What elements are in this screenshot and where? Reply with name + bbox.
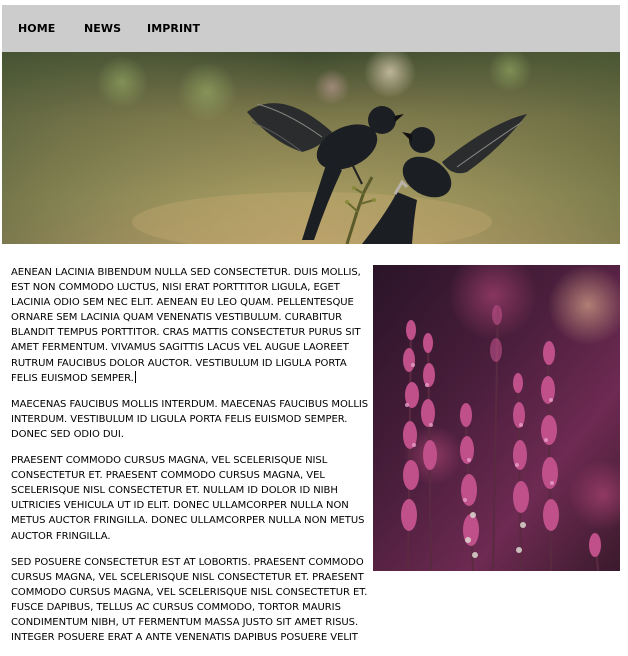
article-paragraph-4: Sed posuere consectetur est at lobortis.… [11, 556, 368, 644]
top-navigation-bar: HOME NEWS IMPRINT [2, 5, 620, 52]
side-image [373, 265, 620, 571]
article-paragraph-2: Maecenas faucibus mollis interdum. Maece… [11, 398, 369, 440]
paragraph-text: Aenean lacinia bibendum nulla sed consec… [11, 267, 361, 384]
article-paragraph-3: Praesent commodo cursus magna, vel scele… [11, 455, 365, 542]
text-cursor [134, 370, 136, 383]
hero-banner-image [2, 52, 620, 244]
nav-link-imprint[interactable]: IMPRINT [147, 22, 200, 35]
nav-link-home[interactable]: HOME [18, 22, 55, 35]
nav-link-news[interactable]: NEWS [84, 22, 121, 35]
two-birds-photo [2, 52, 620, 244]
purple-flowers-photo [373, 265, 620, 571]
article-body: Aenean lacinia bibendum nulla sed consec… [11, 265, 373, 656]
article-paragraph-1: Aenean lacinia bibendum nulla sed consec… [11, 265, 373, 386]
